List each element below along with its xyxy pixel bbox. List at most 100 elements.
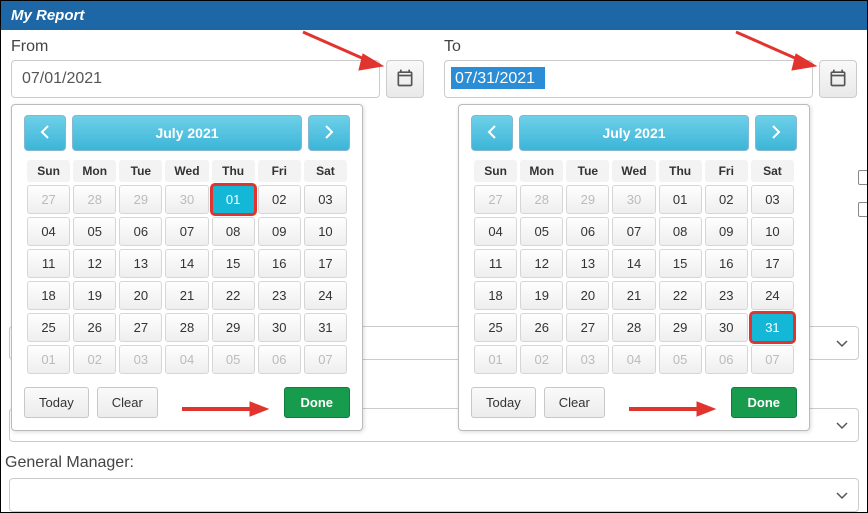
calendar-day[interactable]: 01 — [27, 345, 70, 374]
option-checkbox-2[interactable] — [858, 202, 868, 217]
general-manager-dropdown[interactable] — [9, 478, 859, 512]
calendar-day[interactable]: 01 — [212, 185, 255, 214]
clear-button[interactable]: Clear — [97, 387, 158, 418]
calendar-day[interactable]: 07 — [751, 345, 794, 374]
calendar-day[interactable]: 16 — [705, 249, 748, 278]
calendar-day[interactable]: 04 — [27, 217, 70, 246]
calendar-day[interactable]: 30 — [258, 313, 301, 342]
calendar-day[interactable]: 05 — [73, 217, 116, 246]
calendar-day[interactable]: 21 — [165, 281, 208, 310]
calendar-day[interactable]: 02 — [73, 345, 116, 374]
calendar-day[interactable]: 03 — [304, 185, 347, 214]
option-checkbox-1[interactable] — [858, 170, 868, 185]
calendar-day[interactable]: 04 — [165, 345, 208, 374]
calendar-day[interactable]: 03 — [566, 345, 609, 374]
today-button[interactable]: Today — [471, 387, 536, 418]
today-button[interactable]: Today — [24, 387, 89, 418]
calendar-day[interactable]: 10 — [304, 217, 347, 246]
to-calendar-button[interactable] — [819, 60, 857, 98]
clear-button[interactable]: Clear — [544, 387, 605, 418]
calendar-day[interactable]: 20 — [566, 281, 609, 310]
calendar-day[interactable]: 27 — [119, 313, 162, 342]
calendar-day[interactable]: 07 — [304, 345, 347, 374]
calendar-day[interactable]: 07 — [612, 217, 655, 246]
calendar-day[interactable]: 06 — [258, 345, 301, 374]
done-button[interactable]: Done — [731, 387, 798, 418]
calendar-day[interactable]: 02 — [258, 185, 301, 214]
calendar-day[interactable]: 17 — [751, 249, 794, 278]
calendar-day[interactable]: 30 — [612, 185, 655, 214]
calendar-day[interactable]: 23 — [705, 281, 748, 310]
calendar-day[interactable]: 14 — [165, 249, 208, 278]
calendar-day[interactable]: 15 — [659, 249, 702, 278]
calendar-day[interactable]: 13 — [119, 249, 162, 278]
calendar-day[interactable]: 02 — [705, 185, 748, 214]
calendar-day[interactable]: 06 — [119, 217, 162, 246]
calendar-day[interactable]: 28 — [520, 185, 563, 214]
calendar-day[interactable]: 24 — [304, 281, 347, 310]
calendar-day[interactable]: 05 — [212, 345, 255, 374]
calendar-day[interactable]: 04 — [474, 217, 517, 246]
calendar-day[interactable]: 10 — [751, 217, 794, 246]
calendar-day[interactable]: 28 — [165, 313, 208, 342]
next-month-button[interactable] — [308, 115, 350, 151]
calendar-day[interactable]: 05 — [659, 345, 702, 374]
next-month-button[interactable] — [755, 115, 797, 151]
calendar-day[interactable]: 13 — [566, 249, 609, 278]
month-year-button[interactable]: July 2021 — [72, 115, 302, 151]
calendar-day[interactable]: 30 — [705, 313, 748, 342]
calendar-day[interactable]: 18 — [27, 281, 70, 310]
calendar-day[interactable]: 28 — [73, 185, 116, 214]
calendar-day[interactable]: 09 — [258, 217, 301, 246]
calendar-day[interactable]: 22 — [212, 281, 255, 310]
calendar-day[interactable]: 01 — [659, 185, 702, 214]
calendar-day[interactable]: 29 — [212, 313, 255, 342]
calendar-day[interactable]: 27 — [27, 185, 70, 214]
calendar-day[interactable]: 31 — [751, 313, 794, 342]
calendar-day[interactable]: 01 — [474, 345, 517, 374]
calendar-day[interactable]: 26 — [520, 313, 563, 342]
calendar-day[interactable]: 12 — [520, 249, 563, 278]
calendar-day[interactable]: 16 — [258, 249, 301, 278]
calendar-day[interactable]: 18 — [474, 281, 517, 310]
prev-month-button[interactable] — [471, 115, 513, 151]
calendar-day[interactable]: 31 — [304, 313, 347, 342]
calendar-day[interactable]: 24 — [751, 281, 794, 310]
calendar-day[interactable]: 20 — [119, 281, 162, 310]
calendar-day[interactable]: 03 — [119, 345, 162, 374]
calendar-day[interactable]: 08 — [659, 217, 702, 246]
calendar-day[interactable]: 06 — [566, 217, 609, 246]
from-calendar-button[interactable] — [386, 60, 424, 98]
to-date-input[interactable] — [444, 60, 813, 98]
calendar-day[interactable]: 27 — [566, 313, 609, 342]
calendar-day[interactable]: 25 — [474, 313, 517, 342]
calendar-day[interactable]: 11 — [27, 249, 70, 278]
calendar-day[interactable]: 09 — [705, 217, 748, 246]
calendar-day[interactable]: 04 — [612, 345, 655, 374]
calendar-day[interactable]: 07 — [165, 217, 208, 246]
calendar-day[interactable]: 25 — [27, 313, 70, 342]
calendar-day[interactable]: 03 — [751, 185, 794, 214]
calendar-day[interactable]: 19 — [73, 281, 116, 310]
calendar-day[interactable]: 15 — [212, 249, 255, 278]
calendar-day[interactable]: 11 — [474, 249, 517, 278]
calendar-day[interactable]: 28 — [612, 313, 655, 342]
calendar-day[interactable]: 29 — [659, 313, 702, 342]
calendar-day[interactable]: 12 — [73, 249, 116, 278]
calendar-day[interactable]: 26 — [73, 313, 116, 342]
calendar-day[interactable]: 14 — [612, 249, 655, 278]
calendar-day[interactable]: 29 — [119, 185, 162, 214]
calendar-day[interactable]: 22 — [659, 281, 702, 310]
calendar-day[interactable]: 30 — [165, 185, 208, 214]
calendar-day[interactable]: 21 — [612, 281, 655, 310]
calendar-day[interactable]: 08 — [212, 217, 255, 246]
calendar-day[interactable]: 05 — [520, 217, 563, 246]
calendar-day[interactable]: 27 — [474, 185, 517, 214]
prev-month-button[interactable] — [24, 115, 66, 151]
calendar-day[interactable]: 19 — [520, 281, 563, 310]
calendar-day[interactable]: 02 — [520, 345, 563, 374]
calendar-day[interactable]: 06 — [705, 345, 748, 374]
calendar-day[interactable]: 29 — [566, 185, 609, 214]
calendar-day[interactable]: 23 — [258, 281, 301, 310]
done-button[interactable]: Done — [284, 387, 351, 418]
